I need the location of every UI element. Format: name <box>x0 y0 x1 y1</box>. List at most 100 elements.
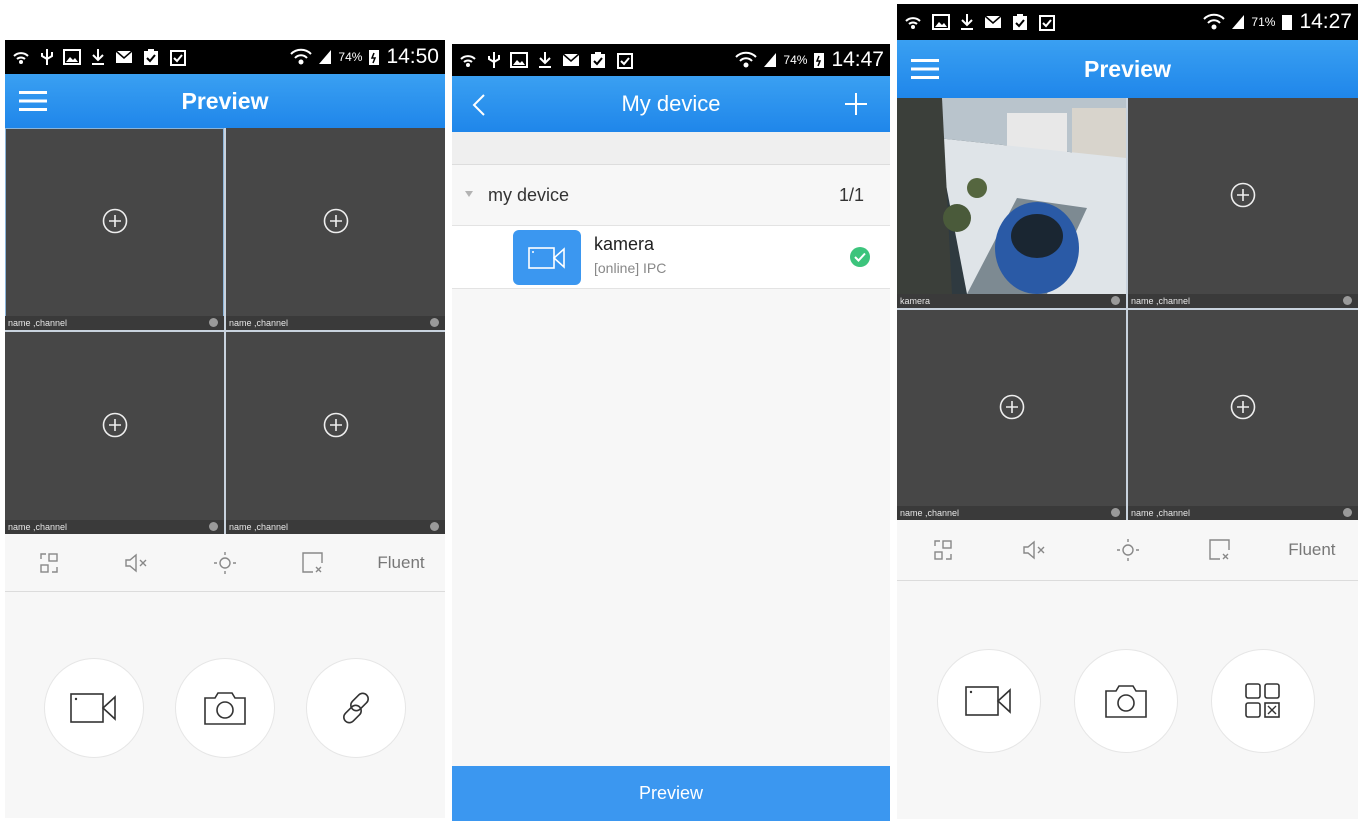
video-cell[interactable]: name ,channel <box>226 128 445 330</box>
preview-button[interactable]: Preview <box>452 766 890 821</box>
ptz-button[interactable] <box>1081 537 1173 563</box>
clipboard-check-icon <box>1039 15 1055 31</box>
signal-icon <box>1232 15 1245 29</box>
wifi-calling-icon <box>13 52 29 64</box>
status-dot <box>1111 296 1120 305</box>
app-bar: Preview <box>5 74 445 128</box>
clock: 14:50 <box>386 45 439 68</box>
mute-button[interactable] <box>93 552 181 574</box>
mail-icon <box>562 53 580 66</box>
mail-icon <box>115 50 133 63</box>
preview-screen-2: 71% 14:27 Preview kamera name ,channel n… <box>897 4 1358 819</box>
close-window-icon <box>1209 539 1230 560</box>
action-area <box>5 592 445 817</box>
video-cell[interactable]: kamera <box>897 98 1126 308</box>
cell-label: name ,channel <box>226 316 445 330</box>
link-button[interactable] <box>306 658 406 758</box>
gallery-icon <box>932 14 950 30</box>
gallery-icon <box>63 49 81 65</box>
clock: 14:47 <box>831 48 884 71</box>
clipboard-check-icon <box>170 50 186 66</box>
device-list-screen: 74% 14:47 My device my device 1/1 kamera… <box>452 44 890 821</box>
playback-toolbar: Fluent <box>5 534 445 592</box>
clipboard-check-icon <box>617 53 633 69</box>
cell-label: name ,channel <box>226 520 445 534</box>
video-grid: name ,channel name ,channel name ,channe… <box>5 128 445 534</box>
link-icon <box>343 692 369 724</box>
cell-label: name ,channel <box>1128 506 1358 520</box>
fullscreen-button[interactable] <box>5 551 93 575</box>
clipboard-icon <box>144 49 158 65</box>
close-window-button[interactable] <box>269 550 357 576</box>
video-grid: kamera name ,channel name ,channel name … <box>897 98 1358 520</box>
wifi-calling-icon <box>460 55 476 67</box>
add-channel-icon[interactable] <box>102 208 128 234</box>
download-icon <box>961 14 973 30</box>
clipboard-icon <box>1013 14 1027 30</box>
app-bar: My device <box>452 76 890 132</box>
close-window-button[interactable] <box>1174 537 1266 563</box>
gallery-icon <box>510 52 528 68</box>
video-camera-icon <box>528 246 565 269</box>
action-area <box>897 581 1358 819</box>
video-cell[interactable]: name ,channel <box>1128 98 1358 308</box>
playback-toolbar: Fluent <box>897 520 1358 581</box>
ptz-icon <box>1116 539 1139 561</box>
add-device-icon[interactable] <box>844 92 868 116</box>
video-cell[interactable]: name ,channel <box>897 310 1126 520</box>
page-title: My device <box>621 91 721 116</box>
device-icon <box>513 230 581 285</box>
battery-percent: 74% <box>338 50 363 64</box>
device-group[interactable]: my device 1/1 <box>452 165 890 226</box>
selected-check-icon[interactable] <box>850 247 870 267</box>
video-cell[interactable]: name ,channel <box>5 332 224 534</box>
wifi-icon <box>1203 13 1226 30</box>
add-channel-icon[interactable] <box>323 412 349 438</box>
status-dot <box>1343 296 1352 305</box>
snapshot-button[interactable] <box>175 658 275 758</box>
add-channel-icon[interactable] <box>999 394 1025 420</box>
device-item[interactable]: kamera [online] IPC <box>452 226 890 289</box>
device-name: kamera <box>594 234 655 254</box>
wifi-icon <box>290 48 313 65</box>
add-channel-icon[interactable] <box>323 208 349 234</box>
group-name: my device <box>488 184 570 205</box>
close-all-windows-button[interactable] <box>1211 649 1315 753</box>
device-status: [online] IPC <box>594 260 667 276</box>
stream-quality-button[interactable]: Fluent <box>1266 540 1358 560</box>
ptz-button[interactable] <box>181 550 269 576</box>
add-channel-icon[interactable] <box>102 412 128 438</box>
mail-icon <box>984 15 1002 28</box>
wifi-calling-icon <box>905 17 921 29</box>
battery-percent: 71% <box>1251 15 1276 29</box>
wifi-icon <box>735 51 758 68</box>
battery-icon <box>814 53 825 68</box>
notification-icons <box>11 40 187 74</box>
stream-quality-button[interactable]: Fluent <box>357 553 445 573</box>
video-cell[interactable]: name ,channel <box>5 128 224 330</box>
group-count: 1/1 <box>838 184 864 205</box>
cell-label: name ,channel <box>5 520 224 534</box>
preview-screen-1: 74% 14:50 Preview name ,channel name ,ch… <box>5 40 445 818</box>
status-dot <box>1111 508 1120 517</box>
snapshot-button[interactable] <box>1074 649 1178 753</box>
record-button[interactable] <box>44 658 144 758</box>
mute-button[interactable] <box>989 539 1081 561</box>
mute-icon <box>125 553 147 572</box>
status-dot <box>1343 508 1352 517</box>
record-button[interactable] <box>937 649 1041 753</box>
camera-icon <box>1105 685 1147 718</box>
live-camera-feed <box>897 98 1126 294</box>
cell-label: name ,channel <box>1128 294 1358 308</box>
signal-icon <box>319 50 332 64</box>
video-cell[interactable]: name ,channel <box>1128 310 1358 520</box>
battery-icon <box>369 50 380 65</box>
fullscreen-icon <box>934 540 952 560</box>
cell-label: name ,channel <box>5 316 224 330</box>
fullscreen-button[interactable] <box>897 538 989 562</box>
mute-icon <box>1023 540 1045 560</box>
add-channel-icon[interactable] <box>1230 182 1256 208</box>
add-channel-icon[interactable] <box>1230 394 1256 420</box>
status-bar: 74% 14:50 <box>5 40 445 74</box>
video-cell[interactable]: name ,channel <box>226 332 445 534</box>
